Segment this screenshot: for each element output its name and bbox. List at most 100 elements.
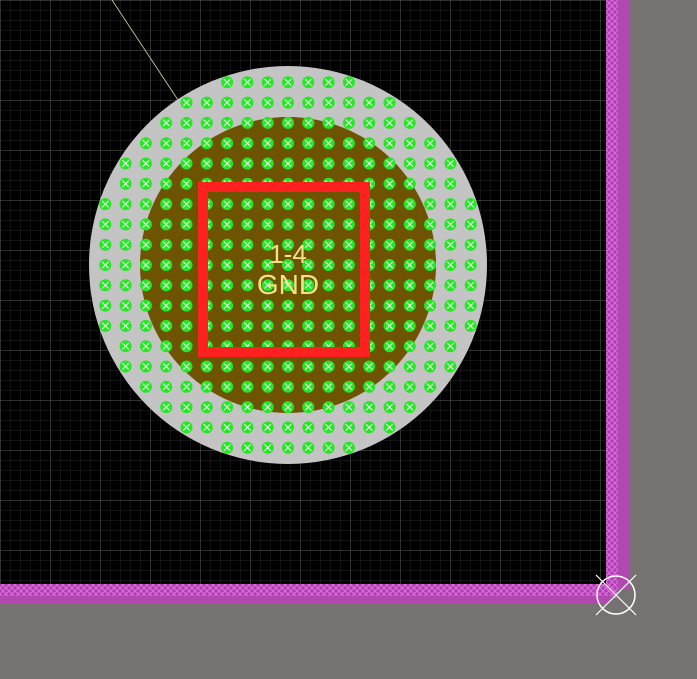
via-cross-icon <box>383 96 396 109</box>
via-cross-icon <box>282 198 294 211</box>
via-cross-icon <box>139 259 152 271</box>
via-cross-icon <box>139 238 152 251</box>
via-cross-icon <box>241 259 254 271</box>
board-outline-bottom[interactable] <box>0 584 618 598</box>
via-cross-icon <box>139 198 152 211</box>
via-cross-icon <box>322 116 335 129</box>
via-cross-icon <box>241 137 254 150</box>
via-cross-icon <box>261 421 274 434</box>
via-cross-icon <box>119 177 132 190</box>
board-outline-right-strip <box>618 0 630 590</box>
via-cross-icon <box>464 319 477 332</box>
via-cross-icon <box>403 177 416 190</box>
via-cross-icon <box>241 401 254 414</box>
via-cross-icon <box>241 238 254 251</box>
via-cross-icon <box>221 238 234 251</box>
via-cross-icon <box>383 238 396 251</box>
via-cross-icon <box>261 441 274 454</box>
via-cross-icon <box>221 218 234 231</box>
via-cross-icon <box>444 319 457 332</box>
via-cross-icon <box>424 299 437 312</box>
via-cross-icon <box>444 157 457 170</box>
via-cross-icon <box>160 319 173 332</box>
via-cross-icon <box>403 116 416 129</box>
via-cross-icon <box>241 380 254 393</box>
via-cross-icon <box>444 279 457 292</box>
via-cross-icon <box>282 401 294 414</box>
via-cross-icon <box>444 218 457 231</box>
via-cross-icon <box>424 218 437 231</box>
via-cross-icon <box>119 259 132 271</box>
via-cross-icon <box>261 157 274 170</box>
via-cross-icon <box>99 299 112 312</box>
via-cross-icon <box>221 319 234 332</box>
via-cross-icon <box>342 401 355 414</box>
via-cross-icon <box>261 299 274 312</box>
via-cross-icon <box>444 238 457 251</box>
via-cross-icon <box>221 76 234 89</box>
via-cross-icon <box>99 259 112 271</box>
via-cross-icon <box>180 96 193 109</box>
via-cross-icon <box>282 116 294 129</box>
via-cross-icon <box>261 76 274 89</box>
via-cross-icon <box>464 238 477 251</box>
via-cross-icon <box>464 299 477 312</box>
via-cross-icon <box>342 299 355 312</box>
via-cross-icon <box>241 76 254 89</box>
pcb-canvas[interactable]: 1-4 GND <box>0 0 697 679</box>
via-cross-icon <box>403 380 416 393</box>
via-cross-icon <box>424 340 437 353</box>
via-cross-icon <box>282 441 294 454</box>
via-cross-icon <box>221 259 234 271</box>
via-cross-icon <box>342 380 355 393</box>
via-cross-icon <box>119 198 132 211</box>
via-cross-icon <box>261 137 274 150</box>
board-outline-right[interactable] <box>606 0 618 598</box>
via-cross-icon <box>160 340 173 353</box>
via-cross-icon <box>383 137 396 150</box>
via-cross-icon <box>363 421 376 434</box>
via-cross-icon <box>119 238 132 251</box>
via-cross-icon <box>160 360 173 373</box>
via-cross-icon <box>322 380 335 393</box>
via-cross-icon <box>302 360 315 373</box>
via-cross-icon <box>363 137 376 150</box>
via-cross-icon <box>99 238 112 251</box>
via-cross-icon <box>160 279 173 292</box>
via-cross-icon <box>342 96 355 109</box>
via-cross-icon <box>180 218 193 231</box>
via-cross-icon <box>322 421 335 434</box>
via-cross-icon <box>403 157 416 170</box>
via-cross-icon <box>302 96 315 109</box>
via-cross-icon <box>383 279 396 292</box>
via-cross-icon <box>119 157 132 170</box>
via-cross-icon <box>424 380 437 393</box>
via-cross-icon <box>160 137 173 150</box>
via-cross-icon <box>180 319 193 332</box>
via-cross-icon <box>322 218 335 231</box>
via-cross-icon <box>342 218 355 231</box>
via-cross-icon <box>241 116 254 129</box>
via-cross-icon <box>282 421 294 434</box>
pad-net-name: GND <box>257 269 319 300</box>
via-cross-icon <box>221 96 234 109</box>
via-cross-icon <box>302 218 315 231</box>
via-cross-icon <box>221 299 234 312</box>
via-cross-icon <box>139 299 152 312</box>
via-cross-icon <box>282 137 294 150</box>
via-cross-icon <box>322 96 335 109</box>
via-cross-icon <box>302 76 315 89</box>
via-cross-icon <box>261 96 274 109</box>
via-cross-icon <box>221 198 234 211</box>
via-cross-icon <box>363 401 376 414</box>
via-cross-icon <box>342 116 355 129</box>
via-cross-icon <box>160 380 173 393</box>
via-cross-icon <box>342 360 355 373</box>
via-cross-icon <box>241 441 254 454</box>
via-cross-icon <box>322 319 335 332</box>
via-cross-icon <box>241 198 254 211</box>
via-cross-icon <box>221 360 234 373</box>
via-cross-icon <box>180 340 193 353</box>
via-cross-icon <box>160 177 173 190</box>
via-cross-icon <box>403 218 416 231</box>
